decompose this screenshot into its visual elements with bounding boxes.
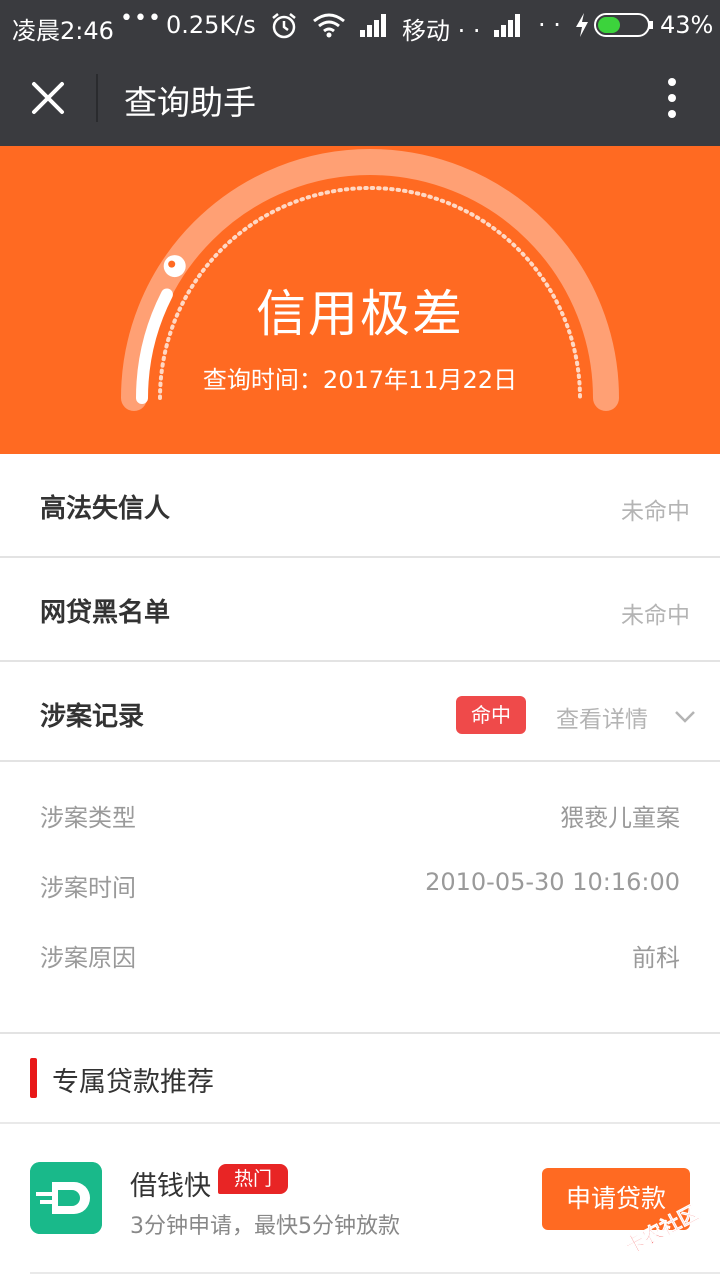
check-row-case[interactable]: 涉案记录 命中 查看详情 — [0, 662, 720, 762]
status-time: 凌晨2:46 — [12, 17, 114, 45]
close-icon[interactable] — [20, 70, 76, 126]
carrier-name: 移动 · · — [402, 17, 481, 45]
detail-key: 涉案类型 — [40, 804, 136, 832]
credit-header: 信用极差 查询时间：2017年11月22日 — [0, 146, 720, 454]
divider — [30, 1272, 720, 1274]
detail-row-type: 涉案类型 猥亵儿童案 — [0, 798, 720, 838]
title-divider — [96, 74, 98, 122]
check-row-court: 高法失信人 未命中 — [0, 454, 720, 558]
check-status: 未命中 — [621, 603, 690, 629]
wifi-icon — [313, 13, 345, 38]
detail-row-time: 涉案时间 2010-05-30 10:16:00 — [0, 868, 720, 908]
battery-percent: 43% — [660, 11, 714, 39]
svg-text:卡农社区: 卡农社区 — [621, 1200, 703, 1259]
view-details-link[interactable]: 查看详情 — [556, 700, 648, 734]
signal-icon-1 — [360, 14, 386, 37]
loan-section-header: 专属贷款推荐 — [0, 1036, 720, 1124]
detail-key: 涉案原因 — [40, 944, 136, 972]
more-icon[interactable] — [648, 72, 696, 124]
check-row-blacklist: 网贷黑名单 未命中 — [0, 558, 720, 662]
loan-item[interactable]: 借钱快 热门 3分钟申请，最快5分钟放款 申请贷款 — [0, 1126, 720, 1280]
section-title: 专属贷款推荐 — [52, 1067, 214, 1098]
page-title: 查询助手 — [124, 83, 256, 122]
alarm-icon — [272, 13, 296, 39]
charging-icon — [576, 13, 588, 37]
detail-row-reason: 涉案原因 前科 — [0, 938, 720, 978]
watermark-logo-icon: 卡农社区 — [620, 1200, 703, 1259]
hot-tag: 热门 — [218, 1164, 288, 1194]
loan-app-logo-icon — [30, 1162, 102, 1234]
loan-description: 3分钟申请，最快5分钟放款 — [130, 1214, 400, 1239]
detail-value: 前科 — [632, 944, 680, 972]
detail-key: 涉案时间 — [40, 874, 136, 902]
status-dots-2: · · — [538, 11, 561, 39]
check-label: 高法失信人 — [40, 494, 171, 524]
check-label: 网贷黑名单 — [40, 598, 171, 628]
loan-name: 借钱快 — [130, 1171, 211, 1202]
signal-icon-2 — [494, 14, 520, 37]
chevron-down-icon[interactable] — [672, 708, 698, 726]
section-accent-bar — [30, 1058, 37, 1098]
title-bar: 查询助手 — [0, 50, 720, 146]
check-status: 未命中 — [621, 499, 690, 525]
case-details: 涉案类型 猥亵儿童案 涉案时间 2010-05-30 10:16:00 涉案原因… — [0, 762, 720, 1034]
battery-icon — [594, 13, 653, 37]
credit-rating: 信用极差 — [256, 285, 464, 343]
detail-value: 猥亵儿童案 — [560, 804, 680, 832]
check-label: 涉案记录 — [40, 702, 145, 732]
hit-badge: 命中 — [456, 696, 526, 734]
detail-value: 2010-05-30 10:16:00 — [425, 868, 680, 896]
query-time: 查询时间：2017年11月22日 — [202, 366, 518, 394]
status-dots: ••• — [120, 6, 162, 31]
network-speed: 0.25K/s — [166, 11, 256, 39]
status-bar: 凌晨2:46 ••• 0.25K/s 移动 · · · · 43% — [0, 0, 720, 50]
